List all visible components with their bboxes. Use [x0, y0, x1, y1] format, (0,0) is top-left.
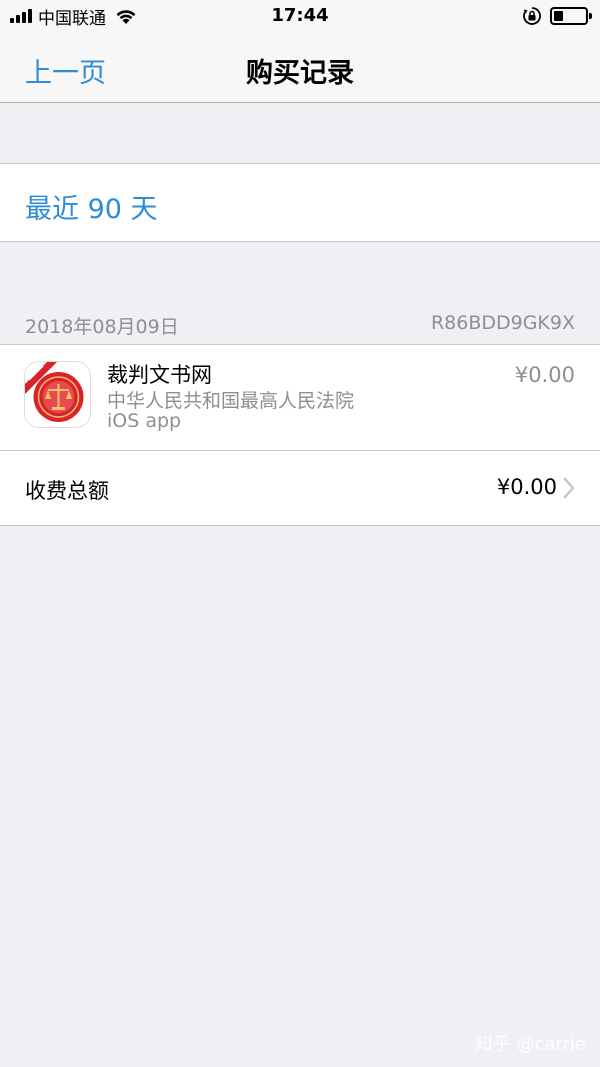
total-amount: ¥0.00 [496, 475, 557, 499]
page-title: 购买记录 [246, 58, 354, 89]
total-row[interactable]: 收费总额 ¥0.00 [0, 450, 600, 526]
status-bar: 中国联通 17:44 [0, 0, 600, 34]
status-time: 17:44 [271, 5, 329, 26]
chevron-right-icon [563, 477, 575, 499]
watermark: 知乎 @carrie [474, 1034, 586, 1055]
navigation-bar: 上一页 购买记录 [0, 34, 600, 103]
total-label: 收费总额 [25, 479, 109, 503]
battery-icon [550, 7, 592, 25]
date-range-label[interactable]: 最近 90 天 [25, 187, 158, 226]
court-emblem-icon [24, 361, 91, 428]
battery-nub [589, 13, 592, 19]
purchase-date: 2018年08月09日 [25, 316, 179, 338]
battery-fill [554, 11, 563, 21]
app-price: ¥0.00 [514, 363, 575, 387]
screen: 中国联通 17:44 上一页 购买记录 最近 90 天 2018年08月09日 … [0, 0, 600, 1067]
date-range-filter[interactable]: 最近 90 天 [0, 163, 600, 242]
app-name: 裁判文书网 [107, 363, 212, 387]
order-id: R86BDD9GK9X [430, 312, 575, 334]
status-right [522, 6, 592, 26]
purchase-item[interactable]: 裁判文书网 中华人民共和国最高人民法院 iOS app ¥0.00 [0, 344, 600, 450]
app-kind: iOS app [107, 410, 182, 432]
app-developer: 中华人民共和国最高人民法院 [107, 390, 355, 412]
rotation-lock-icon [523, 7, 541, 25]
app-icon-graphic [25, 362, 90, 427]
